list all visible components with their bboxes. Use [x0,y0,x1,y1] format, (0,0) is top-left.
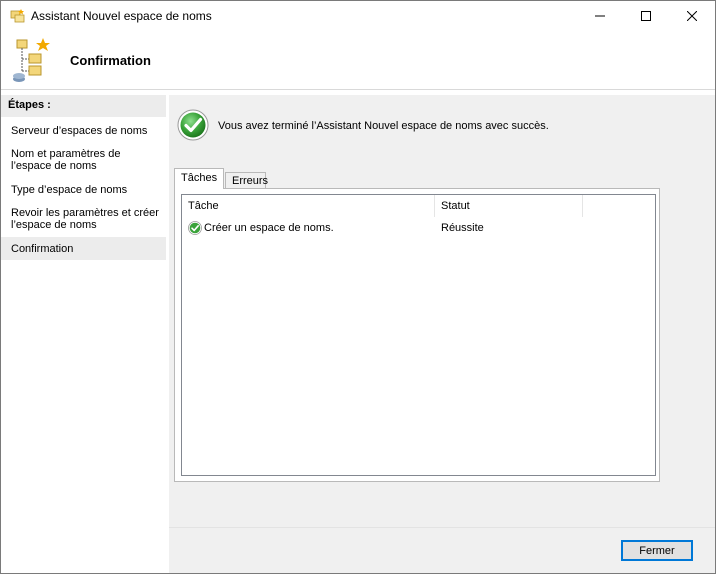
tasks-tab-panel: Tâche Statut Créer un espace de noms. Ré… [174,188,660,482]
success-message: Vous avez terminé l’Assistant Nouvel esp… [218,120,549,132]
namespace-tree-icon [11,35,55,85]
main-content: Vous avez terminé l’Assistant Nouvel esp… [169,95,715,527]
steps-heading: Étapes : [8,99,51,111]
table-row[interactable]: Créer un espace de noms. Réussite [182,219,655,237]
close-icon [687,11,697,21]
title-bar: Assistant Nouvel espace de noms [1,1,715,31]
page-title: Confirmation [70,53,151,68]
steps-heading-bar: Étapes : [1,95,166,117]
footer-bar: Fermer [169,528,715,573]
wizard-header: Confirmation [1,31,715,89]
step-confirmation[interactable]: Confirmation [1,237,166,260]
success-check-icon [177,109,209,141]
maximize-icon [641,11,651,21]
tab-tasks[interactable]: Tâches [174,168,224,189]
minimize-icon [595,15,605,17]
step-review-settings[interactable]: Revoir les paramètres et créer l’espace … [1,207,166,231]
minimize-button[interactable] [577,1,623,31]
step-namespace-name-settings[interactable]: Nom et paramètres de l’espace de noms [1,148,166,172]
column-header-status[interactable]: Statut [435,195,583,217]
wizard-window: Assistant Nouvel espace de noms Confirma… [0,0,716,574]
steps-pane: Étapes : Serveur d’espaces de noms Nom e… [1,95,166,573]
step-namespace-type[interactable]: Type d’espace de noms [1,184,166,196]
step-namespace-server[interactable]: Serveur d’espaces de noms [1,125,166,137]
tab-errors[interactable]: Erreurs [225,172,268,189]
close-window-button[interactable] [669,1,715,31]
success-check-icon [188,221,202,235]
maximize-button[interactable] [623,1,669,31]
row-task-name: Créer un espace de noms. [204,222,334,234]
column-header-task[interactable]: Tâche [182,195,435,217]
column-header-extra[interactable] [583,195,655,217]
header-divider [1,89,715,90]
namespace-app-icon [10,8,26,24]
window-title: Assistant Nouvel espace de noms [31,9,212,23]
tasks-list[interactable]: Tâche Statut Créer un espace de noms. Ré… [181,194,656,476]
close-button[interactable]: Fermer [621,540,693,561]
row-status: Réussite [441,222,484,234]
